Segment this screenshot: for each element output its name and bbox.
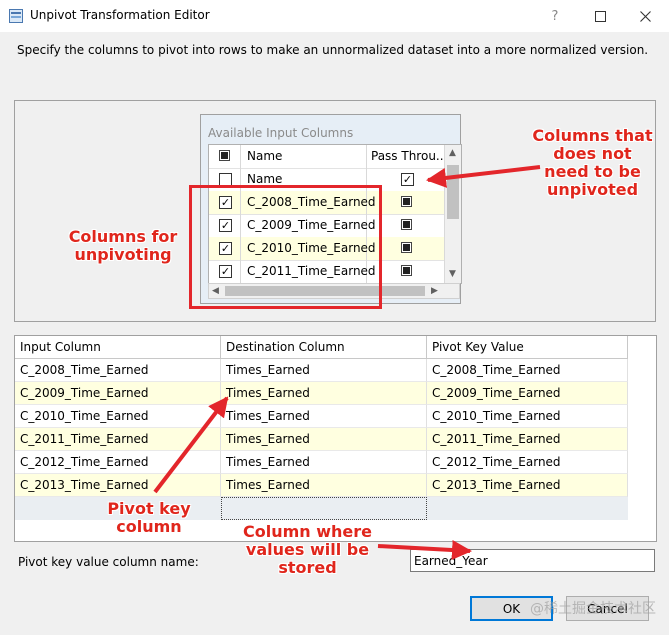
vertical-scrollbar[interactable]: ▲ ▼ [445, 145, 461, 283]
pivot-key-value-cell[interactable]: C_2013_Time_Earned [427, 474, 628, 497]
scroll-down-icon[interactable]: ▼ [449, 269, 456, 279]
select-all-checkbox[interactable] [219, 150, 230, 161]
ok-button[interactable]: OK [470, 596, 553, 621]
description-text: Specify the columns to pivot into rows t… [17, 43, 649, 57]
cancel-button[interactable]: Cancel [566, 596, 649, 621]
pivot-key-value-cell[interactable]: C_2012_Time_Earned [427, 451, 628, 474]
pivot-key-label: Pivot key value column name: [18, 555, 199, 569]
select-all-cell[interactable] [209, 145, 241, 168]
checkbox-fill-icon [403, 267, 410, 274]
destination-column-cell[interactable]: Times_Earned [221, 474, 427, 497]
grid-header: Name Pass Throu... [209, 145, 445, 169]
checkbox-fill-icon [403, 221, 410, 228]
name-header[interactable]: Name [241, 145, 367, 168]
destination-column-cell[interactable]: Times_Earned [221, 405, 427, 428]
input-column-cell[interactable]: C_2008_Time_Earned [15, 359, 221, 382]
grid-header: Input Column Destination Column Pivot Ke… [15, 336, 628, 359]
table-row[interactable]: C_2008_Time_Earned Times_Earned C_2008_T… [15, 359, 628, 382]
app-icon [9, 9, 23, 23]
close-icon [639, 10, 651, 22]
checkbox-fill-icon [403, 198, 410, 205]
scroll-thumb[interactable] [447, 165, 459, 219]
input-column-cell[interactable]: C_2011_Time_Earned [15, 428, 221, 451]
input-column-cell[interactable]: C_2009_Time_Earned [15, 382, 221, 405]
pass-through-checkbox[interactable] [401, 265, 412, 276]
table-row[interactable]: C_2009_Time_Earned Times_Earned C_2009_T… [15, 382, 628, 405]
input-column-cell[interactable]: C_2012_Time_Earned [15, 451, 221, 474]
pass-through-checkbox[interactable] [401, 219, 412, 230]
pass-through-checkbox[interactable] [401, 242, 412, 253]
input-column-cell[interactable]: C_2013_Time_Earned [15, 474, 221, 497]
table-row[interactable]: C_2012_Time_Earned Times_Earned C_2012_T… [15, 451, 628, 474]
table-row[interactable]: C_2011_Time_Earned Times_Earned C_2011_T… [15, 428, 628, 451]
pass-through-checkbox[interactable] [401, 196, 412, 207]
annotation-stored-column: Column where values will be stored [242, 522, 372, 577]
available-columns-title: Available Input Columns [208, 126, 354, 140]
maximize-icon [594, 10, 606, 22]
annotation-pass-through: Columns that does not need to be unpivot… [532, 126, 653, 199]
destination-column-cell[interactable]: Times_Earned [221, 382, 427, 405]
destination-column-cell[interactable]: Times_Earned [221, 428, 427, 451]
close-button[interactable] [622, 0, 668, 32]
help-button[interactable]: ? [532, 0, 578, 32]
input-column-cell[interactable]: C_2010_Time_Earned [15, 405, 221, 428]
window-title: Unpivot Transformation Editor [30, 8, 210, 22]
destination-column-cell[interactable]: Times_Earned [221, 359, 427, 382]
scroll-right-icon[interactable]: ▶ [431, 286, 438, 296]
annotation-highlight-box [189, 185, 382, 309]
pivot-key-value-cell[interactable]: C_2011_Time_Earned [427, 428, 628, 451]
pivot-key-value-cell[interactable]: C_2010_Time_Earned [427, 405, 628, 428]
checked-checkbox[interactable]: ✓ [401, 173, 414, 186]
pivot-key-input[interactable] [410, 549, 655, 572]
scroll-up-icon[interactable]: ▲ [449, 148, 456, 158]
annotation-for-unpivot: Columns for unpivoting [68, 227, 178, 264]
input-column-header[interactable]: Input Column [15, 336, 221, 359]
pass-through-header[interactable]: Pass Throu... [367, 145, 445, 168]
pivot-key-value-cell[interactable]: C_2009_Time_Earned [427, 382, 628, 405]
table-row[interactable]: C_2010_Time_Earned Times_Earned C_2010_T… [15, 405, 628, 428]
pivot-key-value-header[interactable]: Pivot Key Value [427, 336, 628, 359]
annotation-pivot-key: Pivot key column [107, 499, 191, 536]
checkbox-fill-icon [221, 152, 228, 159]
destination-column-cell[interactable]: Times_Earned [221, 451, 427, 474]
table-row[interactable]: C_2013_Time_Earned Times_Earned C_2013_T… [15, 474, 628, 497]
destination-column-header[interactable]: Destination Column [221, 336, 427, 359]
checkbox-fill-icon [403, 244, 410, 251]
pivot-key-value-cell[interactable]: C_2008_Time_Earned [427, 359, 628, 382]
new-row-destination-cell[interactable] [221, 497, 427, 520]
maximize-button[interactable] [577, 0, 623, 32]
